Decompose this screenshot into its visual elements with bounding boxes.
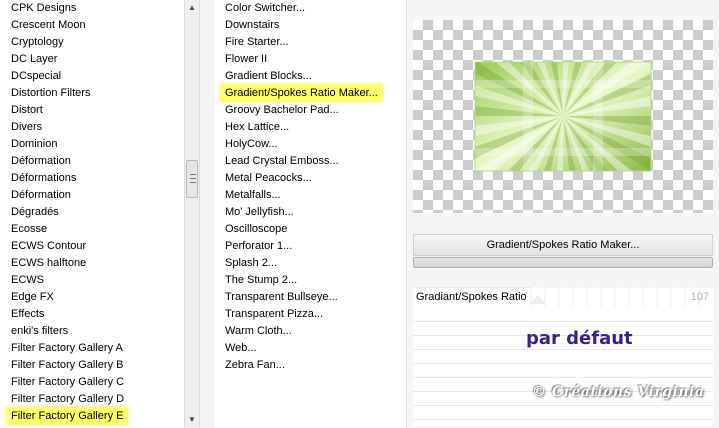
filter-list-item[interactable]: Gradient Blocks... xyxy=(221,68,316,84)
list-divider xyxy=(200,0,214,428)
filter-list-item[interactable]: The Stump 2... xyxy=(221,272,301,288)
parameter-slider[interactable] xyxy=(530,287,710,307)
filter-list-item[interactable]: Flower II xyxy=(221,51,271,67)
category-list-item[interactable]: Filter Factory Gallery C xyxy=(7,374,128,390)
scrollbar-thumb[interactable] xyxy=(186,160,198,198)
filter-list-item[interactable]: Metal Peacocks... xyxy=(221,170,316,186)
category-list-item[interactable]: enki's filters xyxy=(7,323,72,339)
filter-list-item[interactable]: Web... xyxy=(221,340,261,356)
filter-list-item[interactable]: Perforator 1... xyxy=(221,238,296,254)
category-list-item[interactable]: Déformations xyxy=(7,170,80,186)
category-list-item[interactable]: DCspecial xyxy=(7,68,65,84)
category-list-item[interactable]: Cryptology xyxy=(7,34,68,50)
category-list-item[interactable]: Divers xyxy=(7,119,46,135)
empty-parameter-rows xyxy=(413,308,713,426)
preview-area xyxy=(413,20,713,213)
filter-list[interactable]: Color Switcher... Downstairs Fire Starter.… xyxy=(214,0,406,428)
category-list-item[interactable]: Edge FX xyxy=(7,289,58,305)
filter-list-item[interactable]: Hex Lattice... xyxy=(221,119,293,135)
filter-list-item[interactable]: Zebra Fan... xyxy=(221,357,289,373)
category-list-item[interactable]: ECWS Contour xyxy=(7,238,90,254)
watermark: © Créations Virginia xyxy=(532,384,705,400)
filter-list-item[interactable]: Fire Starter... xyxy=(221,34,293,50)
filter-list-item[interactable]: Mo' Jellyfish... xyxy=(221,204,298,220)
category-list-item[interactable]: Filter Factory Gallery D xyxy=(7,391,128,407)
filter-list-item[interactable]: Transparent Bullseye... xyxy=(221,289,342,305)
category-list-item[interactable]: Filter Factory Gallery A xyxy=(7,340,127,356)
category-list-item[interactable]: Filter Factory Gallery E xyxy=(7,408,128,424)
filter-name-button[interactable]: Gradient/Spokes Ratio Maker... xyxy=(413,234,713,256)
scroll-down-arrow-icon[interactable]: ▼ xyxy=(185,412,199,428)
category-list-item[interactable]: Dégradés xyxy=(7,204,63,220)
scroll-up-arrow-icon[interactable]: ▲ xyxy=(185,0,199,16)
filter-list-item[interactable]: Groovy Bachelor Pad... xyxy=(221,102,343,118)
filter-list-item[interactable]: Transparent Pizza... xyxy=(221,306,327,322)
category-list-item[interactable]: CPK Designs xyxy=(7,0,80,16)
filter-list-item[interactable]: Downstairs xyxy=(221,17,283,33)
filter-list-item[interactable]: Gradient/Spokes Ratio Maker... xyxy=(221,85,382,101)
category-list-item[interactable]: Effects xyxy=(7,306,48,322)
category-list-item[interactable]: Distortion Filters xyxy=(7,85,94,101)
category-list-item[interactable]: Filter Factory Gallery B xyxy=(7,357,127,373)
category-list[interactable]: CPK Designs Crescent Moon Cryptology DC Lay… xyxy=(0,0,184,428)
category-list-item[interactable]: Ecosse xyxy=(7,221,51,237)
filter-list-item[interactable]: HolyCow... xyxy=(221,136,282,152)
category-list-item[interactable]: Dominion xyxy=(7,136,61,152)
default-settings-label: par défaut xyxy=(526,328,633,349)
filter-list-item[interactable]: Metalfalls... xyxy=(221,187,285,203)
filter-list-item[interactable]: Splash 2... xyxy=(221,255,281,271)
filter-list-item[interactable]: Color Switcher... xyxy=(221,0,309,16)
parameter-label: Gradiant/Spokes Ratio xyxy=(416,291,527,303)
category-list-item[interactable]: DC Layer xyxy=(7,51,61,67)
category-list-item[interactable]: Crescent Moon xyxy=(7,17,90,33)
category-list-item[interactable]: ECWS halftone xyxy=(7,255,90,271)
filter-list-item[interactable]: Warm Cloth... xyxy=(221,323,296,339)
preview-image xyxy=(474,61,652,172)
category-list-item[interactable]: Déformation xyxy=(7,153,75,169)
category-list-item[interactable]: Distort xyxy=(7,102,47,118)
preview-slider-track[interactable] xyxy=(413,257,713,268)
category-scrollbar[interactable]: ▲ ▼ xyxy=(184,0,200,428)
filter-list-item[interactable]: Oscilloscope xyxy=(221,221,291,237)
category-list-item[interactable]: ECWS xyxy=(7,272,48,288)
filter-list-item[interactable]: Lead Crystal Emboss... xyxy=(221,153,343,169)
slider-pointer-icon[interactable] xyxy=(530,295,546,304)
category-list-item[interactable]: Déformation xyxy=(7,187,75,203)
